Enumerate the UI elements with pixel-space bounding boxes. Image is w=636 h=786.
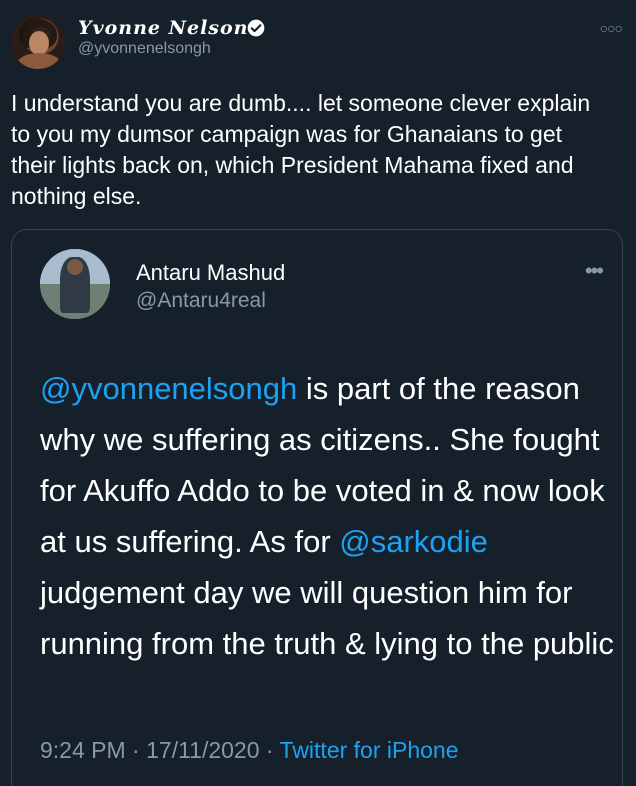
tweet-time[interactable]: 9:24 PM <box>40 737 126 763</box>
meta-separator: · <box>259 737 280 763</box>
avatar-face <box>29 31 49 55</box>
author-handle[interactable]: @yvonnenelsongh <box>78 40 211 58</box>
author-name[interactable]: Yvonne Nelson <box>78 17 248 39</box>
quoted-text-part: judgement day we will question him for r… <box>40 575 614 661</box>
meta-separator: · <box>125 737 147 763</box>
tweet-date[interactable]: 17/11/2020 <box>146 737 259 763</box>
avatar-head <box>67 259 83 275</box>
quoted-author-avatar[interactable] <box>40 249 110 319</box>
tweet-metadata: 9:24 PM · 17/11/2020 · Twitter for iPhon… <box>40 737 459 764</box>
quoted-tweet-text: @yvonnenelsongh is part of the reason wh… <box>40 363 615 669</box>
author-avatar[interactable] <box>11 15 65 69</box>
mention-link[interactable]: @yvonnenelsongh <box>40 371 297 406</box>
avatar-shoulder <box>17 53 61 69</box>
quoted-author-handle[interactable]: @Antaru4real <box>136 289 266 313</box>
mention-link[interactable]: @sarkodie <box>339 524 488 559</box>
verified-badge-icon <box>247 19 265 37</box>
quoted-more-options-icon[interactable]: ••• <box>585 258 604 284</box>
tweet: Yvonne Nelson @yvonnenelsongh ○○○ I unde… <box>0 0 636 786</box>
tweet-text: I understand you are dumb.... let someon… <box>11 90 591 209</box>
more-options-icon[interactable]: ○○○ <box>600 20 623 36</box>
tweet-source-link[interactable]: Twitter for iPhone <box>280 737 459 763</box>
quoted-tweet-card[interactable]: Antaru Mashud @Antaru4real ••• @yvonnene… <box>11 229 623 786</box>
quoted-author-name[interactable]: Antaru Mashud <box>136 260 285 286</box>
